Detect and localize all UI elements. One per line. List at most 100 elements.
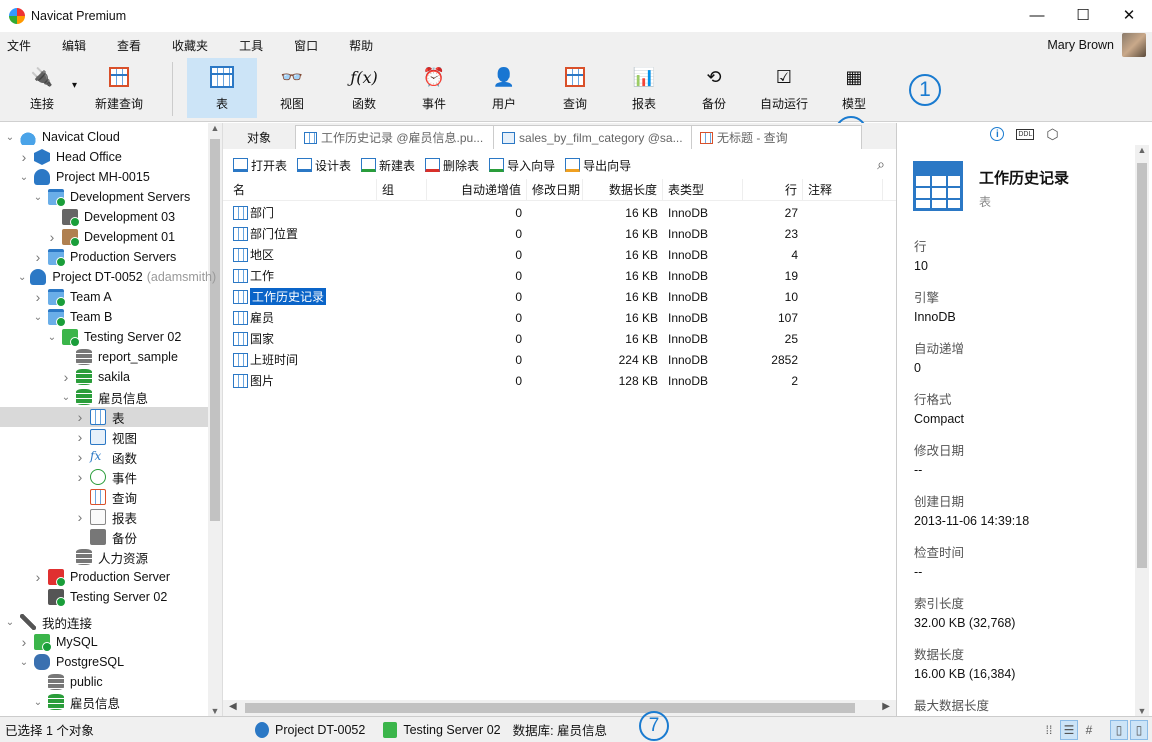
chevron-down-icon[interactable]: ⌄ — [60, 392, 72, 403]
tree-item[interactable]: ⌄ PostgreSQL — [0, 652, 208, 672]
tab-objects[interactable]: 对象 — [223, 125, 297, 149]
scroll-right-icon[interactable]: ▶ — [882, 701, 890, 712]
toolbar-connect-button[interactable]: 🔌 连接 — [14, 58, 70, 118]
tree-item[interactable]: ⌄ 雇员信息 — [0, 692, 208, 712]
tree-item[interactable]: 人力资源 — [0, 547, 208, 567]
tree-item[interactable]: › fx 函数 — [0, 447, 208, 467]
close-button[interactable]: ✕ — [1106, 0, 1152, 30]
toolbar-backup-button[interactable]: ⟲ 备份 — [679, 58, 749, 118]
tree-item[interactable]: ⌄ Development Servers — [0, 187, 208, 207]
chevron-down-icon[interactable]: ⌄ — [32, 312, 44, 323]
search-icon[interactable]: ⌕ — [877, 156, 885, 173]
menu-item[interactable]: 文件 — [0, 37, 43, 54]
info-scrollbar[interactable]: ▲ ▼ — [1135, 145, 1149, 716]
scroll-left-icon[interactable]: ◀ — [229, 701, 237, 712]
tree-item[interactable]: ⌄ Project MH-0015 — [0, 167, 208, 187]
tree-scroll-thumb[interactable] — [210, 139, 220, 521]
tree-item[interactable]: ⌄ 我的连接 — [0, 612, 208, 632]
info-tab-ddl-icon[interactable]: DDL — [1016, 128, 1035, 140]
tree-item[interactable]: › MySQL — [0, 632, 208, 652]
chevron-down-icon[interactable]: ⌄ — [18, 272, 26, 283]
chevron-right-icon[interactable]: › — [32, 569, 44, 585]
chevron-right-icon[interactable]: › — [32, 289, 44, 305]
tab-document[interactable]: 工作历史记录 @雇员信息.pu... — [296, 125, 495, 149]
tree-item[interactable]: › 表 — [0, 407, 208, 427]
icon-view-button[interactable]: ⁞⁞ — [1040, 720, 1058, 740]
tree-item[interactable]: ⌄ Team B — [0, 307, 208, 327]
tree-item[interactable]: › sakila — [0, 367, 208, 387]
tree-item[interactable]: ⌄ Testing Server 02 — [0, 327, 208, 347]
toolbar-report-button[interactable]: 📊 报表 — [609, 58, 679, 118]
table-row[interactable]: 雇员 0 16 KB InnoDB 107 — [223, 307, 896, 328]
tree-item[interactable]: ⌄ Project DT-0052 (adamsmith) — [0, 267, 216, 287]
chevron-right-icon[interactable]: › — [74, 469, 86, 485]
table-row[interactable]: 部门 0 16 KB InnoDB 27 — [223, 202, 896, 223]
horizontal-scrollbar[interactable]: ◀ ▶ — [223, 700, 896, 716]
user-account[interactable]: Mary Brown — [1047, 33, 1146, 57]
chevron-down-icon[interactable]: ⌄ — [32, 697, 44, 708]
toolbar-table-button[interactable]: 表 — [187, 58, 257, 118]
column-header[interactable]: 名 — [223, 179, 377, 200]
toolbar-function-button[interactable]: ƒ(x) 函数 — [329, 58, 399, 118]
tree-item[interactable]: › 视图 — [0, 427, 208, 447]
tree-item[interactable]: public — [0, 672, 208, 692]
toggle-info-pane-button[interactable]: ▯ — [1130, 719, 1148, 740]
tab-document[interactable]: 无标题 - 查询 — [692, 125, 863, 149]
column-header[interactable]: 组 — [377, 179, 427, 200]
tree-item[interactable]: Testing Server 02 — [0, 587, 208, 607]
tree-item[interactable]: ⌄ Navicat Cloud — [0, 127, 208, 147]
table-row[interactable]: 图片 0 128 KB InnoDB 2 — [223, 370, 896, 391]
tree-item[interactable]: › 事件 — [0, 467, 208, 487]
menu-item[interactable]: 帮助 — [342, 37, 385, 54]
new-table-button[interactable]: 新建表 — [361, 157, 415, 174]
tree-item[interactable]: › Production Servers — [0, 247, 208, 267]
toolbar-event-button[interactable]: ⏰ 事件 — [399, 58, 469, 118]
menu-item[interactable]: 工具 — [232, 37, 275, 54]
table-row[interactable]: 工作历史记录 0 16 KB InnoDB 10 — [223, 286, 896, 307]
chevron-down-icon[interactable]: ⌄ — [4, 617, 16, 628]
tree-item[interactable]: 查询 — [0, 487, 208, 507]
tree-item[interactable]: › Team A — [0, 287, 208, 307]
chevron-down-icon[interactable]: ⌄ — [18, 657, 30, 668]
chevron-right-icon[interactable]: › — [18, 149, 30, 165]
connect-dropdown-icon[interactable]: ▾ — [72, 80, 77, 91]
maximize-button[interactable]: ☐ — [1060, 0, 1106, 30]
column-header[interactable]: 行 — [743, 179, 803, 200]
import-button[interactable]: 导入向导 — [489, 157, 555, 174]
chevron-right-icon[interactable]: › — [74, 509, 86, 525]
column-header[interactable]: 数据长度 — [583, 179, 663, 200]
minimize-button[interactable]: — — [1014, 0, 1060, 30]
column-header[interactable]: 表类型 — [663, 179, 743, 200]
chevron-right-icon[interactable]: › — [74, 409, 86, 425]
table-row[interactable]: 地区 0 16 KB InnoDB 4 — [223, 244, 896, 265]
info-tab-general-icon[interactable]: i — [990, 127, 1005, 141]
toolbar-view-button[interactable]: 👓 视图 — [257, 58, 327, 118]
column-header[interactable]: 自动递增值 — [427, 179, 527, 200]
detail-view-button[interactable]: # — [1080, 720, 1098, 740]
chevron-down-icon[interactable]: ⌄ — [46, 332, 58, 343]
list-view-button[interactable]: ☰ — [1060, 719, 1078, 740]
info-scroll-thumb[interactable] — [1137, 163, 1147, 568]
open-table-button[interactable]: 打开表 — [233, 157, 287, 174]
design-table-button[interactable]: 设计表 — [297, 157, 351, 174]
chevron-down-icon[interactable]: ⌄ — [18, 172, 30, 183]
export-button[interactable]: 导出向导 — [565, 157, 631, 174]
chevron-right-icon[interactable]: › — [32, 249, 44, 265]
table-row[interactable]: 部门位置 0 16 KB InnoDB 23 — [223, 223, 896, 244]
tab-document[interactable]: sales_by_film_category @sa... — [494, 125, 693, 149]
chevron-right-icon[interactable]: › — [46, 229, 58, 245]
chevron-down-icon[interactable]: ⌄ — [32, 192, 44, 203]
tree-item[interactable]: 备份 — [0, 527, 208, 547]
table-row[interactable]: 工作 0 16 KB InnoDB 19 — [223, 265, 896, 286]
toggle-nav-pane-button[interactable]: ▯ — [1110, 719, 1128, 740]
tree-item[interactable]: › 报表 — [0, 507, 208, 527]
tree-item[interactable]: Development 03 — [0, 207, 208, 227]
chevron-right-icon[interactable]: › — [60, 369, 72, 385]
avatar[interactable] — [1122, 33, 1146, 57]
tree-item[interactable]: › Development 01 — [0, 227, 208, 247]
table-row[interactable]: 国家 0 16 KB InnoDB 25 — [223, 328, 896, 349]
menu-item[interactable]: 收藏夹 — [165, 37, 220, 54]
chevron-right-icon[interactable]: › — [74, 429, 86, 445]
chevron-down-icon[interactable]: ⌄ — [4, 132, 16, 143]
chevron-right-icon[interactable]: › — [74, 449, 86, 465]
